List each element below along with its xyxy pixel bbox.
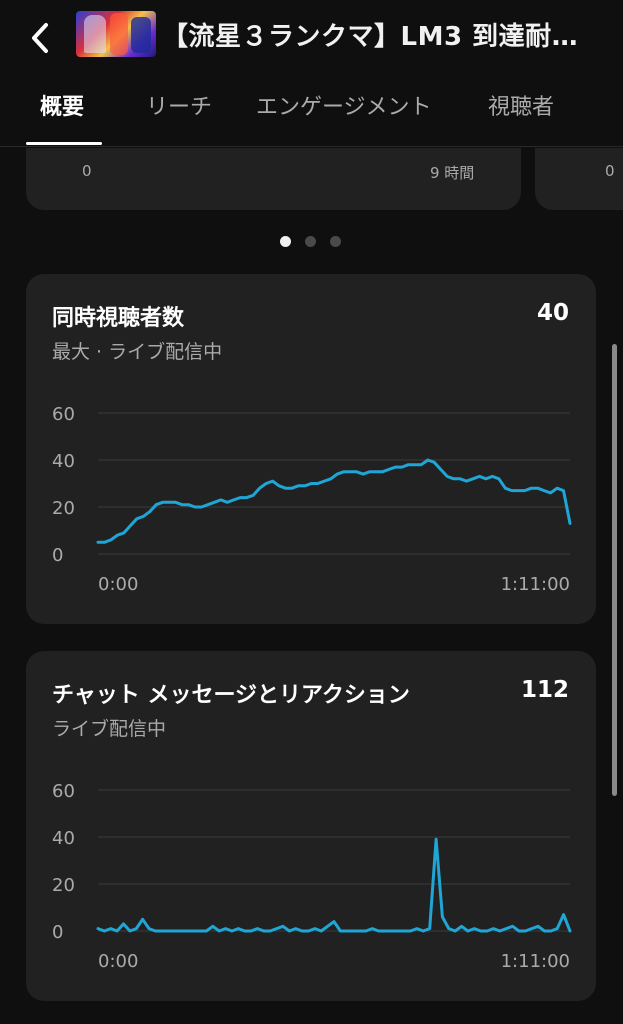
- carousel-dot-1[interactable]: [280, 236, 291, 247]
- series-line: [96, 458, 572, 544]
- top-card-right[interactable]: 0: [535, 148, 623, 210]
- concurrent-viewers-chart: 0 20 40 60 0:00 1:11:00: [52, 404, 572, 595]
- axis-start-label: 0: [82, 162, 92, 180]
- top-card-left[interactable]: 0 9 時間: [26, 148, 521, 210]
- active-tab-indicator: [26, 142, 102, 145]
- axis-start-label: 0: [605, 162, 615, 180]
- x-end-label: 1:11:00: [501, 951, 570, 972]
- axis-end-label: 9 時間: [430, 164, 475, 182]
- y-tick-label: 20: [52, 875, 75, 896]
- tab-reach[interactable]: リーチ: [146, 90, 212, 126]
- series-line: [96, 837, 572, 933]
- chat-card[interactable]: チャット メッセージとリアクション 112 ライブ配信中 0 20 40 60 0:00…: [26, 651, 596, 1001]
- concurrent-viewers-card[interactable]: 同時視聴者数 40 最大 · ライブ配信中 0 20 40 60 0:00 1:11:00: [26, 274, 596, 624]
- y-tick-label: 60: [52, 781, 75, 802]
- tab-audience[interactable]: 視聴者: [488, 90, 554, 126]
- x-start-label: 0:00: [98, 951, 138, 972]
- tab-engagement[interactable]: エンゲージメント: [256, 90, 432, 126]
- tab-overview[interactable]: 概要: [40, 90, 84, 126]
- y-tick-label: 0: [52, 922, 63, 943]
- y-tick-label: 20: [52, 498, 75, 519]
- x-end-label: 1:11:00: [501, 574, 570, 595]
- carousel-dot-3[interactable]: [330, 236, 341, 247]
- analytics-page: 【流星３ランクマ】LM3 到達耐… 概要 リーチ エンゲージメント 視聴者 0 …: [0, 0, 623, 1024]
- video-title: 【流星３ランクマ】LM3 到達耐…: [162, 22, 579, 52]
- video-thumbnail[interactable]: [76, 11, 156, 57]
- y-tick-label: 0: [52, 545, 63, 566]
- back-button[interactable]: [20, 18, 60, 58]
- tab-bar: 概要 リーチ エンゲージメント 視聴者: [0, 80, 623, 147]
- y-tick-label: 40: [52, 451, 75, 472]
- carousel-dot-2[interactable]: [305, 236, 316, 247]
- y-tick-label: 40: [52, 828, 75, 849]
- header: 【流星３ランクマ】LM3 到達耐…: [0, 0, 623, 74]
- x-start-label: 0:00: [98, 574, 138, 595]
- scrollbar[interactable]: [612, 344, 617, 796]
- chevron-left-icon: [32, 23, 48, 53]
- y-tick-label: 60: [52, 404, 75, 425]
- chat-chart: 0 20 40 60 0:00 1:11:00: [52, 781, 572, 972]
